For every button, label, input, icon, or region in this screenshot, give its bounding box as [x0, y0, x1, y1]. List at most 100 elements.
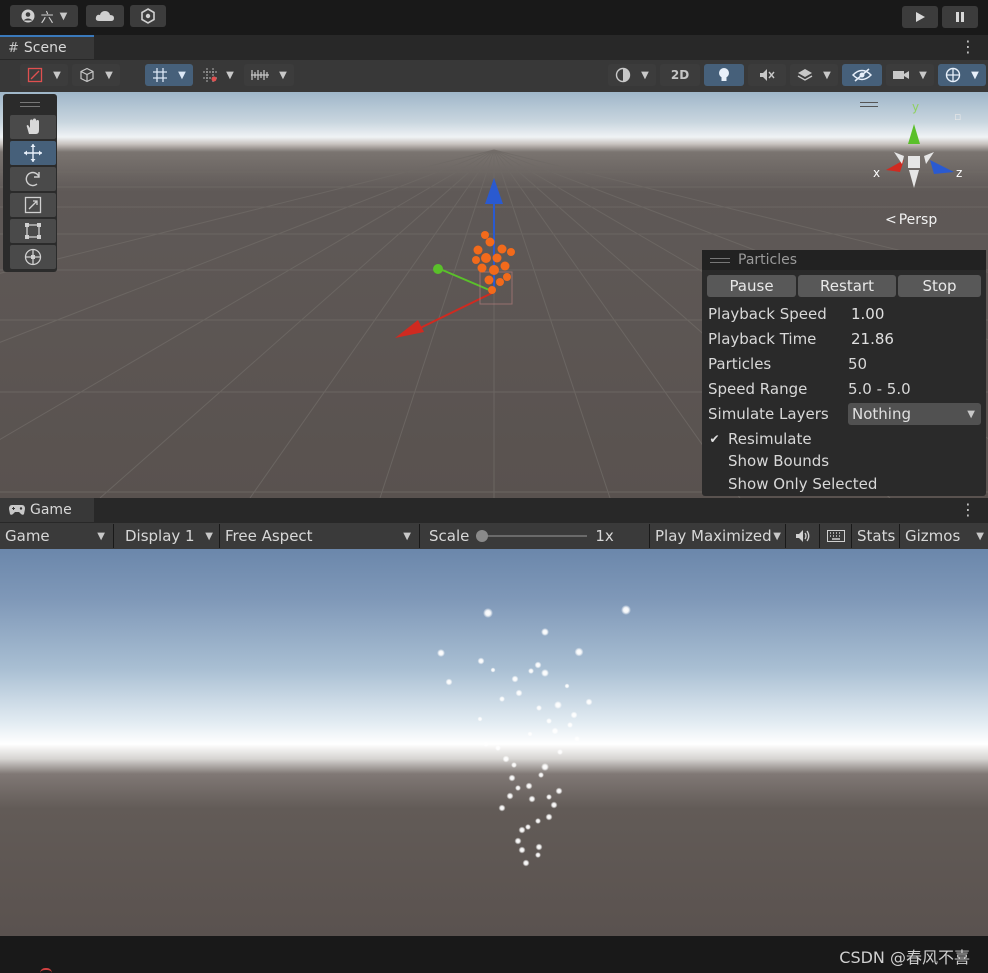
account-button[interactable]: 六 ▼: [10, 5, 78, 27]
display-value: Display 1: [125, 527, 195, 545]
particles-panel-header[interactable]: Particles: [702, 250, 986, 270]
tab-game[interactable]: Game: [0, 498, 94, 522]
lightbulb-icon: [704, 64, 744, 86]
aspect-dropdown[interactable]: Free Aspect ▼: [220, 524, 420, 548]
lighting-toggle[interactable]: [704, 64, 744, 86]
gizmos-dropdown-scene[interactable]: ▼: [938, 64, 986, 86]
stop-particles-button[interactable]: Stop: [898, 275, 981, 297]
rect-transform-icon: [25, 223, 41, 239]
simulate-layers-label: Simulate Layers: [708, 405, 829, 423]
move-tool[interactable]: [10, 141, 56, 165]
cloud-icon: [95, 11, 114, 21]
persp-toggle[interactable]: < Persp: [885, 212, 937, 228]
camera-icon: [888, 64, 914, 86]
game-tab-bar: Game ⋮: [0, 498, 988, 523]
speaker-icon: [795, 530, 809, 542]
panel-handle-icon: [710, 257, 730, 263]
draw-mode-icon: [22, 64, 48, 86]
grid-snap-icon: [147, 64, 173, 86]
chevron-down-icon: ▼: [59, 10, 68, 22]
speed-range-value: 5.0 - 5.0: [848, 380, 911, 398]
gizmos-button[interactable]: Gizmos ▼: [900, 524, 988, 548]
gamepad-icon: [9, 505, 25, 515]
restart-particles-button[interactable]: Restart: [798, 275, 896, 297]
effects-dropdown[interactable]: ▼: [608, 64, 656, 86]
checkmark-icon: ✔: [707, 431, 722, 447]
globe-icon: [940, 64, 966, 86]
resimulate-checkbox[interactable]: ✔ Resimulate: [707, 428, 812, 450]
keyboard-shortcuts-button[interactable]: [820, 524, 852, 548]
speed-range-label: Speed Range: [708, 380, 808, 398]
ruler-dropdown[interactable]: ▼: [244, 64, 294, 86]
transform-tool[interactable]: [10, 245, 56, 269]
camera-dropdown[interactable]: ▼: [886, 64, 934, 86]
rotate-tool[interactable]: [10, 167, 56, 191]
play-button[interactable]: [902, 6, 938, 28]
grid-snap-dropdown[interactable]: ▼: [145, 64, 193, 86]
chevron-down-icon: ▼: [279, 69, 287, 81]
game-view-dropdown[interactable]: Game ▼: [0, 524, 114, 548]
collab-icon: [141, 8, 155, 24]
hand-icon: [26, 118, 39, 134]
watermark-text: CSDN @春风不喜: [839, 948, 970, 967]
shading-dropdown[interactable]: ▼: [72, 64, 120, 86]
visibility-toggle[interactable]: [842, 64, 882, 86]
scale-label: Scale: [429, 527, 470, 545]
chevron-down-icon: ▼: [205, 530, 213, 542]
particles-count-value: 50: [848, 355, 868, 373]
increment-snap-dropdown[interactable]: ▼: [196, 64, 240, 86]
mode-2d-button[interactable]: 2D: [660, 64, 700, 86]
hand-tool[interactable]: [10, 115, 56, 139]
chevron-down-icon: ▼: [178, 69, 186, 81]
show-only-selected-checkbox[interactable]: Show Only Selected: [707, 473, 877, 495]
playback-time-label: Playback Time: [708, 330, 817, 348]
tab-scene[interactable]: # Scene: [0, 35, 94, 59]
show-bounds-checkbox[interactable]: Show Bounds: [707, 450, 829, 472]
playback-time-field[interactable]: 21.86: [846, 329, 981, 349]
pause-particles-button[interactable]: Pause: [707, 275, 796, 297]
chevron-down-icon: ▼: [226, 69, 234, 81]
simulate-layers-dropdown[interactable]: Nothing ▼: [848, 403, 981, 425]
pause-button[interactable]: [942, 6, 978, 28]
scale-slider-track: [477, 535, 588, 537]
particles-panel-title: Particles: [738, 252, 798, 268]
audio-toggle[interactable]: [748, 64, 786, 86]
lock-icon[interactable]: ▫: [954, 110, 961, 123]
playback-speed-field[interactable]: 1.00: [846, 304, 981, 324]
game-viewport[interactable]: [0, 549, 988, 936]
chevron-down-icon: ▼: [105, 69, 113, 81]
chevron-down-icon: ▼: [971, 69, 979, 81]
tool-palette: [3, 94, 57, 272]
cloud-button[interactable]: [86, 5, 124, 27]
layers-icon: [792, 64, 818, 86]
play-icon: [916, 12, 925, 22]
tool-palette-handle[interactable]: [20, 102, 40, 107]
draw-mode-dropdown[interactable]: ▼: [20, 64, 68, 86]
display-dropdown[interactable]: Display 1 ▼: [120, 524, 220, 548]
particles-count-label: Particles: [708, 355, 772, 373]
persp-arrow-icon: <: [885, 212, 897, 228]
transform-icon: [24, 248, 42, 266]
chevron-down-icon: ▼: [773, 530, 781, 542]
mode-2d-label: 2D: [670, 68, 690, 82]
account-label: 六: [40, 10, 54, 26]
fx-dropdown[interactable]: ▼: [790, 64, 838, 86]
scale-slider-thumb[interactable]: [476, 530, 489, 542]
rect-tool[interactable]: [10, 219, 56, 243]
persp-label: Persp: [898, 212, 938, 228]
stats-button[interactable]: Stats: [852, 524, 900, 548]
scale-tool[interactable]: [10, 193, 56, 217]
game-particles: [437, 605, 631, 867]
game-more-icon[interactable]: ⋮: [960, 500, 976, 519]
show-only-selected-label: Show Only Selected: [728, 475, 878, 493]
mute-audio-button[interactable]: [786, 524, 820, 548]
play-mode-dropdown[interactable]: Play Maximized ▼: [650, 524, 786, 548]
show-bounds-label: Show Bounds: [728, 452, 830, 470]
keyboard-icon: [826, 530, 845, 542]
collab-button[interactable]: [130, 5, 166, 27]
rotate-icon: [25, 171, 40, 187]
top-toolbar: 六 ▼: [0, 0, 988, 35]
gizmo-menu-icon[interactable]: [860, 102, 878, 107]
scene-more-icon[interactable]: ⋮: [960, 37, 976, 56]
scale-slider[interactable]: [476, 529, 588, 543]
